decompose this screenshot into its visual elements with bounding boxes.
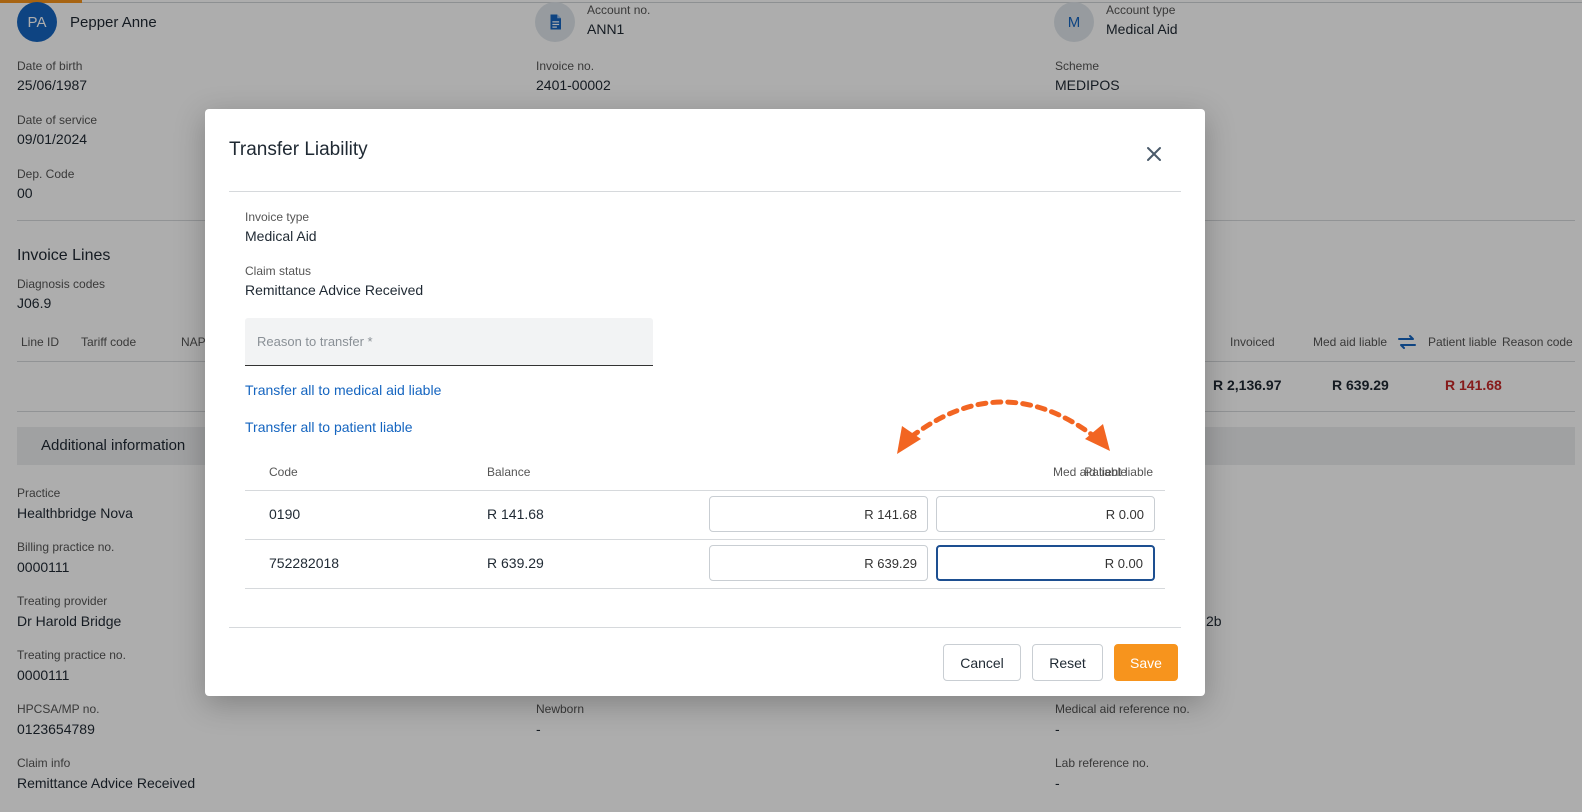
close-icon	[1147, 147, 1161, 161]
col-balance: Balance	[487, 465, 531, 479]
reset-button[interactable]: Reset	[1032, 644, 1103, 681]
col-code: Code	[269, 465, 298, 479]
dialog-title: Transfer Liability	[229, 139, 368, 160]
dialog-footer-divider	[229, 627, 1181, 628]
invoice-type-label: Invoice type	[245, 210, 310, 224]
col-patient-liable: Patient liable	[1084, 465, 1153, 479]
claim-status-label: Claim status	[245, 264, 312, 278]
reason-to-transfer-field[interactable]	[245, 318, 653, 366]
invoice-type-value: Medical Aid	[245, 228, 317, 244]
med-aid-liable-input[interactable]	[710, 497, 927, 531]
save-button[interactable]: Save	[1114, 644, 1178, 681]
row-code: 752282018	[269, 555, 340, 571]
row-balance: R 639.29	[487, 555, 544, 571]
transfer-all-to-medical-aid-link[interactable]: Transfer all to medical aid liable	[245, 382, 441, 398]
reason-to-transfer-input[interactable]	[245, 318, 653, 365]
med-aid-liable-input[interactable]	[710, 546, 927, 580]
transfer-liability-dialog: Transfer Liability Invoice type Medical …	[205, 109, 1205, 696]
med-aid-liable-input-wrapper[interactable]	[709, 496, 928, 532]
patient-liable-input-wrapper[interactable]	[936, 545, 1155, 581]
patient-liable-input[interactable]	[937, 497, 1154, 531]
transfer-all-to-patient-link[interactable]: Transfer all to patient liable	[245, 419, 413, 435]
row-code: 0190	[269, 506, 301, 522]
close-button[interactable]	[1139, 139, 1169, 169]
med-aid-liable-input-wrapper[interactable]	[709, 545, 928, 581]
patient-liable-input-wrapper[interactable]	[936, 496, 1155, 532]
swap-direction-arrow-icon	[897, 399, 1110, 454]
cancel-button[interactable]: Cancel	[943, 644, 1021, 681]
claim-status-value: Remittance Advice Received	[245, 282, 424, 298]
table-row: 752282018 R 639.29	[245, 539, 1165, 588]
row-balance: R 141.68	[487, 506, 544, 522]
table-row: 0190 R 141.68	[245, 490, 1165, 539]
dialog-header-divider	[229, 191, 1181, 192]
row-divider	[245, 588, 1165, 589]
patient-liable-input[interactable]	[938, 547, 1153, 579]
